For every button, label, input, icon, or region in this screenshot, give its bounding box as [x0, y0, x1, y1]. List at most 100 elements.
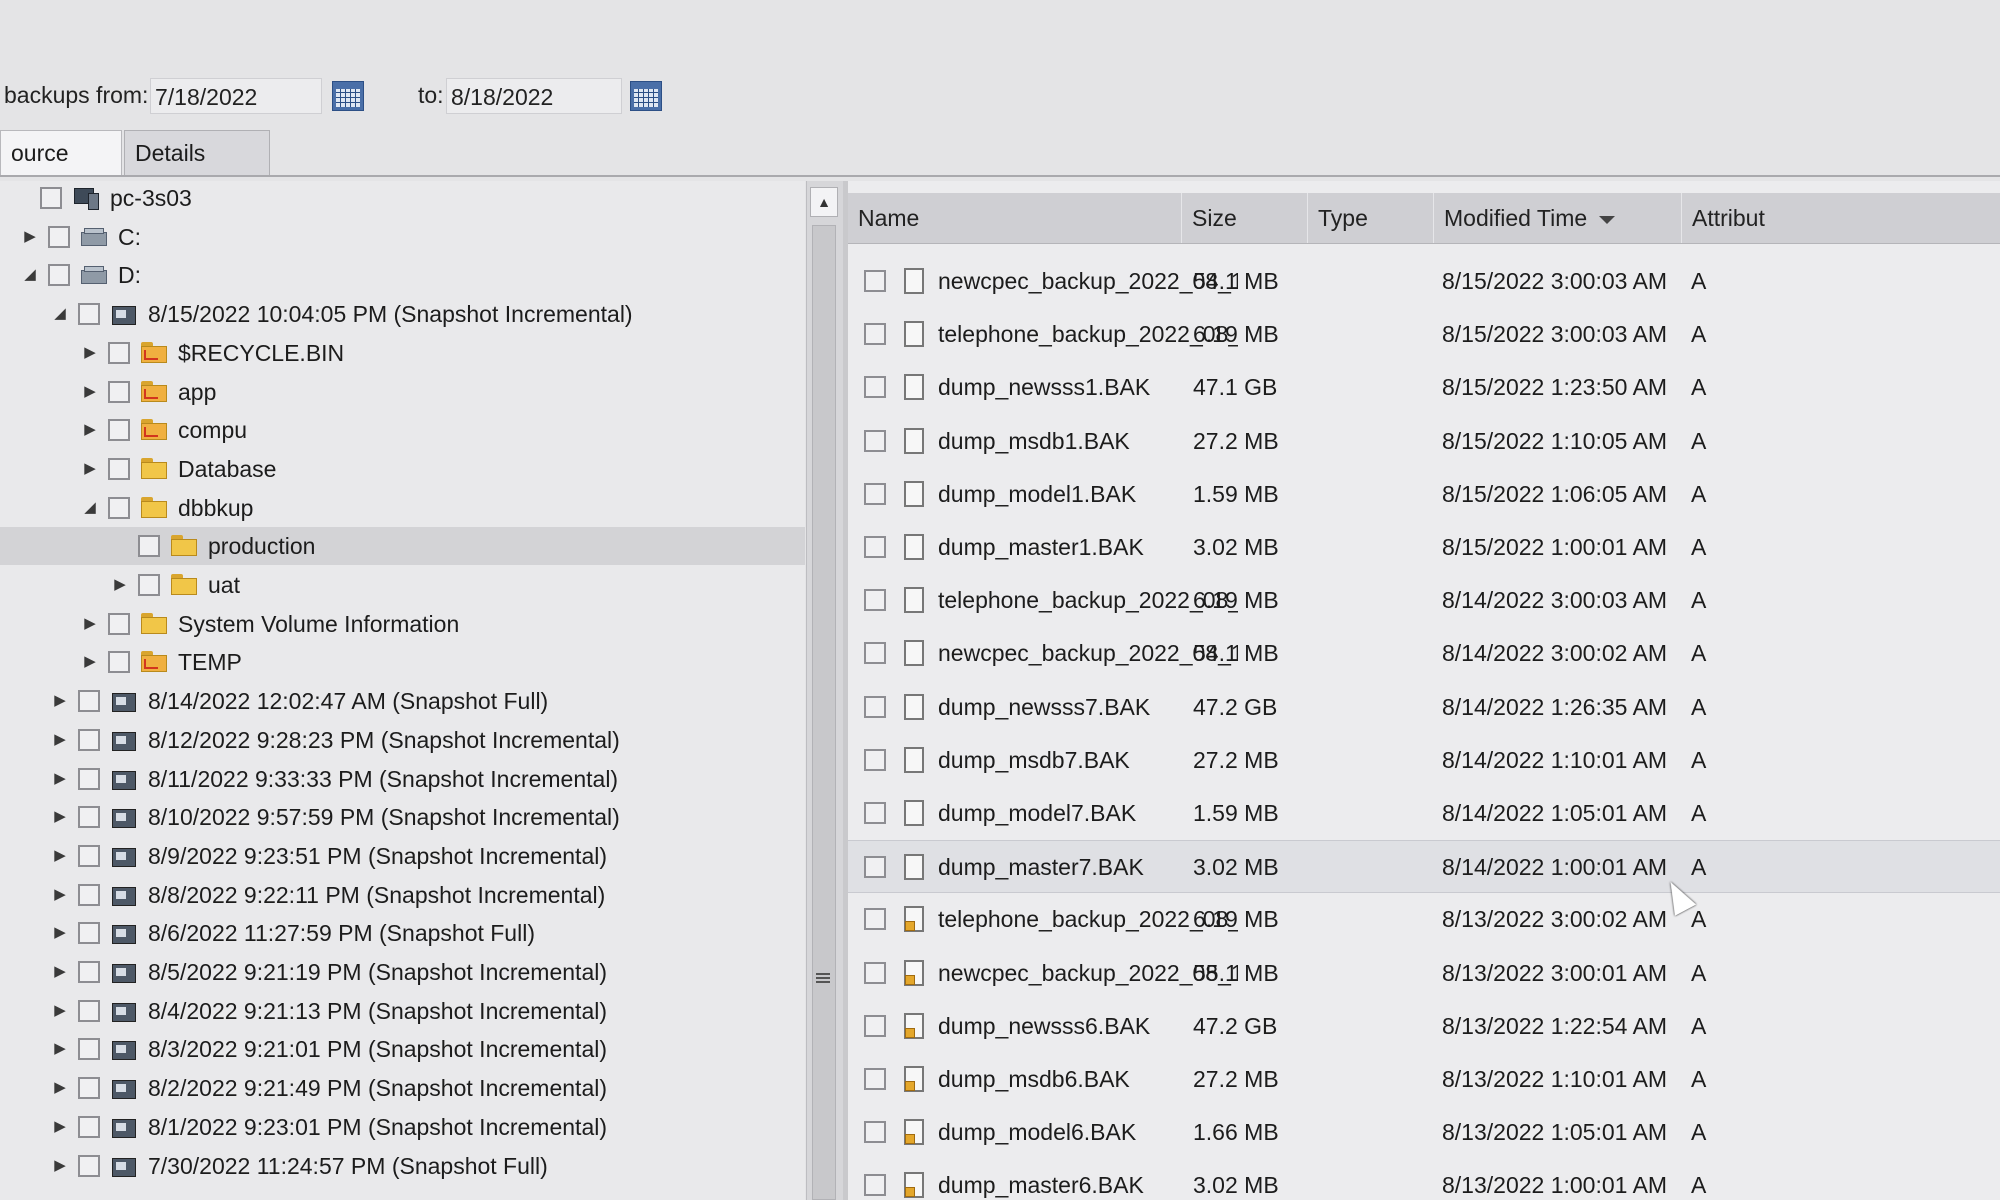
file-row[interactable]: dump_msdb6.BAK 27.2 MB 8/13/2022 1:10:01 A…: [848, 1053, 2000, 1106]
file-row[interactable]: dump_newsss1.BAK 47.1 GB 8/15/2022 1:23:50…: [848, 361, 2000, 414]
expand-arrow-icon[interactable]: ▶: [50, 837, 70, 875]
tree-node[interactable]: ▶ 8/14/2022 12:02:47 AM (Snapshot Full): [0, 682, 805, 720]
file-row[interactable]: newcpec_backup_2022_08_14_...54.1 MB8/14…: [848, 627, 2000, 680]
tree-node-checkbox[interactable]: [108, 612, 130, 635]
tree-node-checkbox[interactable]: [78, 1154, 100, 1177]
file-row[interactable]: dump_master6.BAK 3.02 MB 8/13/2022 1:00:01…: [848, 1159, 2000, 1200]
file-row[interactable]: telephone_backup_2022_08_1...6.19 MB8/15…: [848, 308, 2000, 361]
tree-node-checkbox[interactable]: [78, 767, 100, 790]
tree-node[interactable]: ▶ app: [0, 373, 805, 411]
expand-arrow-icon[interactable]: ▶: [50, 798, 70, 836]
collapse-arrow-icon[interactable]: ◢: [20, 256, 40, 294]
tree-node-checkbox[interactable]: [78, 728, 100, 751]
file-checkbox[interactable]: [864, 1068, 886, 1090]
tree-node-checkbox[interactable]: [78, 1115, 100, 1138]
expand-arrow-icon[interactable]: ▶: [50, 1069, 70, 1107]
expand-arrow-icon[interactable]: ▶: [80, 334, 100, 372]
file-checkbox[interactable]: [864, 695, 886, 718]
tree-node[interactable]: pc-3s03: [0, 181, 805, 217]
expand-arrow-icon[interactable]: ▶: [50, 876, 70, 914]
expand-arrow-icon[interactable]: ▶: [110, 566, 130, 604]
column-header-modified[interactable]: Modified Time: [1434, 193, 1682, 243]
tree-node[interactable]: ▶ 8/3/2022 9:21:01 PM (Snapshot Increment…: [0, 1030, 805, 1068]
expand-arrow-icon[interactable]: ▶: [50, 682, 70, 720]
tree-node[interactable]: ▶ 8/8/2022 9:22:11 PM (Snapshot Increment…: [0, 876, 805, 914]
file-checkbox[interactable]: [864, 429, 886, 452]
file-checkbox[interactable]: [864, 482, 886, 505]
scroll-up-icon[interactable]: ▲: [810, 187, 838, 217]
tree-node-checkbox[interactable]: [108, 496, 130, 519]
expand-arrow-icon[interactable]: ▶: [80, 411, 100, 449]
file-row[interactable]: dump_msdb1.BAK 27.2 MB 8/15/2022 1:10:05 A…: [848, 415, 2000, 468]
to-calendar-icon[interactable]: [630, 81, 662, 111]
tree-node[interactable]: ▶ uat: [0, 566, 805, 604]
tree-node[interactable]: ▶ $RECYCLE.BIN: [0, 334, 805, 372]
file-row[interactable]: telephone_backup_2022_08_1...6.19 MB8/13…: [848, 893, 2000, 946]
expand-arrow-icon[interactable]: ▶: [20, 218, 40, 256]
tree-node[interactable]: ◢ 8/15/2022 10:04:05 PM (Snapshot Increme…: [0, 295, 805, 333]
tree-node[interactable]: ◢ dbbkup: [0, 489, 805, 527]
tree-node-checkbox[interactable]: [108, 341, 130, 364]
tree-node[interactable]: ▶ Database: [0, 450, 805, 488]
file-checkbox[interactable]: [864, 376, 886, 399]
from-calendar-icon[interactable]: [332, 81, 364, 111]
file-checkbox[interactable]: [864, 802, 886, 824]
file-row[interactable]: dump_newsss7.BAK 47.2 GB 8/14/2022 1:26:35…: [848, 681, 2000, 734]
file-row[interactable]: dump_master1.BAK 3.02 MB 8/15/2022 1:00:01…: [848, 521, 2000, 574]
tree-node[interactable]: ▶ 8/4/2022 9:21:13 PM (Snapshot Increment…: [0, 992, 805, 1030]
tree-node-checkbox[interactable]: [48, 225, 70, 248]
collapse-arrow-icon[interactable]: ◢: [80, 489, 100, 527]
collapse-arrow-icon[interactable]: ◢: [50, 295, 70, 333]
file-row[interactable]: dump_model7.BAK 1.59 MB 8/14/2022 1:05:01 …: [848, 787, 2000, 840]
tree-node-checkbox[interactable]: [108, 651, 130, 674]
file-checkbox[interactable]: [864, 748, 886, 771]
tree-node-checkbox[interactable]: [78, 1077, 100, 1100]
tab-source-view[interactable]: ource View: [0, 130, 122, 210]
file-checkbox[interactable]: [864, 536, 886, 558]
tree-scrollbar[interactable]: ▲: [806, 181, 844, 1200]
tree-node[interactable]: ▶ compu: [0, 411, 805, 449]
file-row[interactable]: newcpec_backup_2022_08_15_...54.1 MB8/15…: [848, 255, 2000, 308]
expand-arrow-icon[interactable]: ▶: [50, 1030, 70, 1068]
file-row[interactable]: dump_newsss6.BAK 47.2 GB 8/13/2022 1:22:54…: [848, 1000, 2000, 1053]
expand-arrow-icon[interactable]: ▶: [50, 914, 70, 952]
expand-arrow-icon[interactable]: ▶: [50, 1147, 70, 1185]
tree-node-checkbox[interactable]: [138, 535, 160, 558]
expand-arrow-icon[interactable]: ▶: [50, 992, 70, 1030]
tree-node-checkbox[interactable]: [78, 922, 100, 945]
tree-node-checkbox[interactable]: [108, 419, 130, 442]
tree-node[interactable]: ◢ D:: [0, 256, 805, 294]
column-header-type[interactable]: Type: [1308, 193, 1434, 243]
expand-arrow-icon[interactable]: ▶: [50, 953, 70, 991]
expand-arrow-icon[interactable]: ▶: [80, 605, 100, 643]
tree-node[interactable]: ▶ TEMP: [0, 643, 805, 681]
tree-node-checkbox[interactable]: [108, 457, 130, 480]
tree-node[interactable]: production: [0, 527, 805, 566]
expand-arrow-icon[interactable]: ▶: [80, 643, 100, 681]
tree-node-checkbox[interactable]: [40, 187, 62, 209]
file-checkbox[interactable]: [864, 270, 886, 292]
tree-node[interactable]: ▶ 8/5/2022 9:21:19 PM (Snapshot Increment…: [0, 953, 805, 991]
tree-node[interactable]: ▶ C:: [0, 218, 805, 256]
file-checkbox[interactable]: [864, 856, 886, 879]
tree-node[interactable]: ▶ 8/11/2022 9:33:33 PM (Snapshot Incremen…: [0, 760, 805, 798]
file-row[interactable]: dump_model6.BAK 1.66 MB 8/13/2022 1:05:01 …: [848, 1106, 2000, 1159]
file-checkbox[interactable]: [864, 908, 886, 931]
tree-node[interactable]: ▶ 8/1/2022 9:23:01 PM (Snapshot Increment…: [0, 1108, 805, 1146]
to-date-field[interactable]: 8/18/2022: [446, 78, 622, 114]
tree-node[interactable]: ▶ 8/9/2022 9:23:51 PM (Snapshot Increment…: [0, 837, 805, 875]
tree-node[interactable]: ▶ 8/10/2022 9:57:59 PM (Snapshot Incremen…: [0, 798, 805, 836]
tree-node-checkbox[interactable]: [78, 1038, 100, 1061]
tree-node[interactable]: ▶ 8/12/2022 9:28:23 PM (Snapshot Incremen…: [0, 721, 805, 759]
tree-node[interactable]: ▶ 8/6/2022 11:27:59 PM (Snapshot Full): [0, 914, 805, 952]
tree-node-checkbox[interactable]: [78, 883, 100, 906]
tree-node-checkbox[interactable]: [78, 690, 100, 713]
expand-arrow-icon[interactable]: ▶: [80, 450, 100, 488]
tree-node[interactable]: ▶ 7/30/2022 11:24:57 PM (Snapshot Full): [0, 1147, 805, 1185]
file-row[interactable]: dump_msdb7.BAK 27.2 MB 8/14/2022 1:10:01 A…: [848, 734, 2000, 787]
file-row[interactable]: telephone_backup_2022_08_1...6.19 MB8/14…: [848, 574, 2000, 627]
tree-node[interactable]: ▶ 8/2/2022 9:21:49 PM (Snapshot Increment…: [0, 1069, 805, 1107]
tree-node-checkbox[interactable]: [78, 844, 100, 867]
tree-node[interactable]: ▶ System Volume Information: [0, 605, 805, 643]
tree-node-checkbox[interactable]: [78, 303, 100, 326]
